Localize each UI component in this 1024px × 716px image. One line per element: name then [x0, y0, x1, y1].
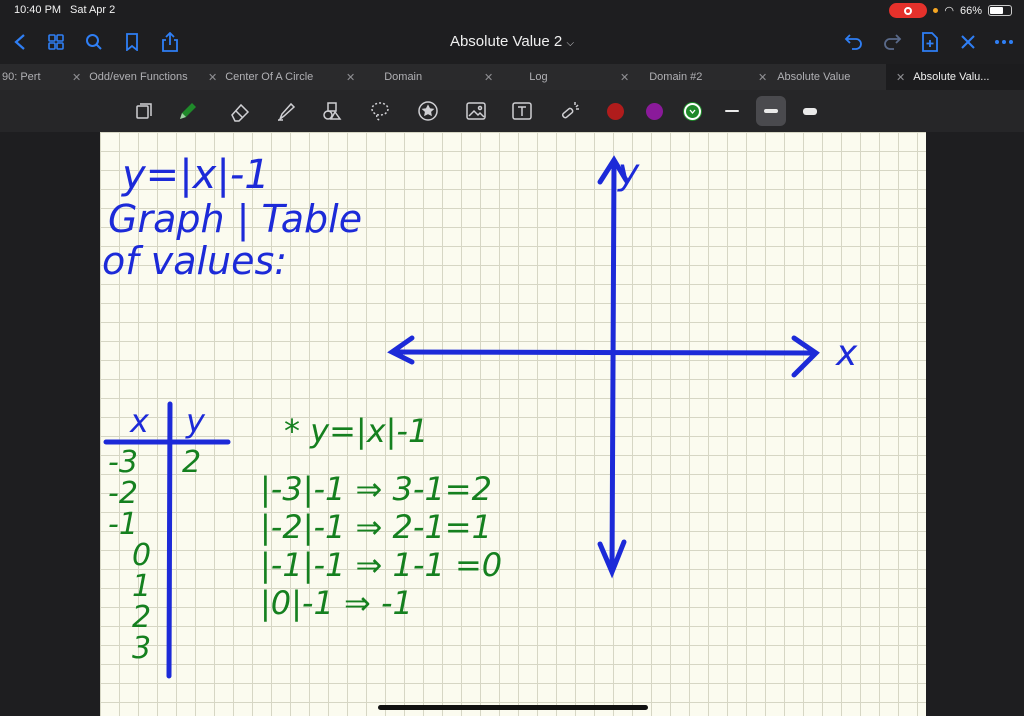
status-time: 10:40 PM — [14, 4, 62, 16]
color-swatch-purple[interactable] — [646, 103, 663, 120]
shapes-icon[interactable] — [318, 97, 346, 125]
tab-label[interactable]: Log — [529, 71, 547, 83]
tab-close-icon[interactable]: ✕ — [484, 71, 493, 84]
color-swatch-green-selected[interactable] — [684, 103, 701, 120]
table-x-value: -2 — [108, 476, 138, 511]
color-swatch-red[interactable] — [607, 103, 624, 120]
worked-solution: * y=|x|-1 |-3|-1 ⇒ 3-1=2|-2|-1 ⇒ 2-1=1|-… — [260, 412, 502, 622]
table-x-value: -1 — [108, 507, 138, 542]
redo-icon[interactable] — [880, 30, 904, 54]
table-x-value: 1 — [132, 569, 151, 604]
tab-pert[interactable]: 90: Pert — [0, 64, 62, 90]
image-icon[interactable] — [462, 97, 490, 125]
table-x-value: -3 — [108, 445, 138, 480]
x-axis-label: x — [835, 333, 858, 374]
equation-title: y=|x|-1 — [121, 152, 270, 198]
tab-bar: 90: Pert ✕ Odd/even Functions ✕ Center O… — [0, 64, 1024, 90]
tab-label[interactable]: Absolute Value — [777, 71, 850, 83]
sticker-icon[interactable] — [414, 97, 442, 125]
stroke-thin-button[interactable] — [717, 96, 747, 126]
table-header-x: x — [129, 402, 150, 440]
work-line: |-2|-1 ⇒ 2-1=1 — [260, 508, 492, 546]
table-x-value: 3 — [132, 631, 151, 666]
more-icon[interactable] — [992, 30, 1016, 54]
work-line: |-1|-1 ⇒ 1-1 =0 — [260, 546, 502, 584]
tab-absolute-value-2[interactable]: ✕ Absolute Valu... — [886, 64, 1024, 90]
status-bar: 10:40 PM Sat Apr 2 ◠ 66% — [0, 0, 1024, 22]
tab-close-icon[interactable]: ✕ — [208, 71, 217, 84]
tab-domain[interactable]: ✕ Domain — [346, 64, 476, 90]
tab-label[interactable]: Domain #2 — [649, 71, 702, 83]
tab-close-icon[interactable]: ✕ — [896, 71, 905, 84]
lasso-select-icon[interactable] — [130, 97, 158, 125]
status-indicators: ◠ 66% — [889, 3, 1012, 18]
work-header: * y=|x|-1 — [284, 412, 428, 450]
tab-close-icon[interactable]: ✕ — [758, 71, 767, 84]
nav-bar: Absolute Value 2 ⌵ — [0, 22, 1024, 62]
work-line: |-3|-1 ⇒ 3-1=2 — [260, 470, 492, 508]
table-x-value: 2 — [132, 600, 151, 635]
battery-percent: 66% — [959, 4, 982, 17]
table-header-y: y — [185, 402, 206, 440]
laser-pointer-icon[interactable] — [556, 97, 584, 125]
highlighter-icon[interactable] — [272, 97, 300, 125]
drawing-toolbar — [0, 90, 1024, 132]
chevron-down-icon[interactable]: ⌵ — [566, 38, 574, 49]
tab-domain-2[interactable]: ✕ Domain #2 — [620, 64, 750, 90]
battery-icon — [988, 5, 1012, 16]
pen-icon[interactable] — [174, 97, 202, 125]
of-values-label: of values: — [102, 239, 287, 283]
handwritten-notes: y=|x|-1 Graph | Table of values: y x x y… — [102, 152, 858, 679]
table-x-value: 0 — [132, 538, 151, 573]
eraser-icon[interactable] — [226, 97, 254, 125]
wifi-icon: ◠ — [944, 5, 954, 17]
tab-log[interactable]: ✕ Log — [484, 64, 614, 90]
mic-indicator-icon — [933, 8, 939, 13]
undo-icon[interactable] — [842, 30, 866, 54]
text-icon[interactable] — [508, 97, 536, 125]
chevron-down-icon — [689, 109, 696, 115]
tab-label[interactable]: Absolute Valu... — [913, 71, 989, 83]
tab-absolute-value[interactable]: ✕ Absolute Value — [758, 64, 884, 90]
tab-odd-even-functions[interactable]: ✕ Odd/even Functions — [72, 64, 202, 90]
work-line: |0|-1 ⇒ -1 — [260, 584, 413, 622]
add-page-icon[interactable] — [918, 30, 942, 54]
stroke-thick-button[interactable] — [795, 96, 825, 126]
tab-label[interactable]: Domain — [384, 71, 422, 83]
table-values: -3-2-101232 — [108, 445, 201, 666]
home-indicator — [378, 705, 648, 710]
tab-label[interactable]: 90: Pert — [2, 71, 41, 83]
tab-label[interactable]: Odd/even Functions — [89, 71, 187, 83]
close-icon[interactable] — [956, 30, 980, 54]
status-date: Sat Apr 2 — [70, 4, 116, 16]
tab-center-of-a-circle[interactable]: ✕ Center Of A Circle — [208, 64, 338, 90]
tab-close-icon[interactable]: ✕ — [346, 71, 355, 84]
document-title[interactable]: Absolute Value 2 ⌵ — [0, 33, 1024, 50]
document-title-text[interactable]: Absolute Value 2 — [450, 33, 562, 50]
stroke-medium-button[interactable] — [756, 96, 786, 126]
tab-close-icon[interactable]: ✕ — [620, 71, 629, 84]
lasso-icon[interactable] — [366, 97, 394, 125]
graph-table-label: Graph | Table — [108, 197, 362, 242]
tab-close-icon[interactable]: ✕ — [72, 71, 81, 84]
table-y-value: 2 — [182, 445, 201, 480]
screen-recording-icon[interactable] — [889, 3, 928, 18]
tab-label[interactable]: Center Of A Circle — [225, 71, 313, 83]
